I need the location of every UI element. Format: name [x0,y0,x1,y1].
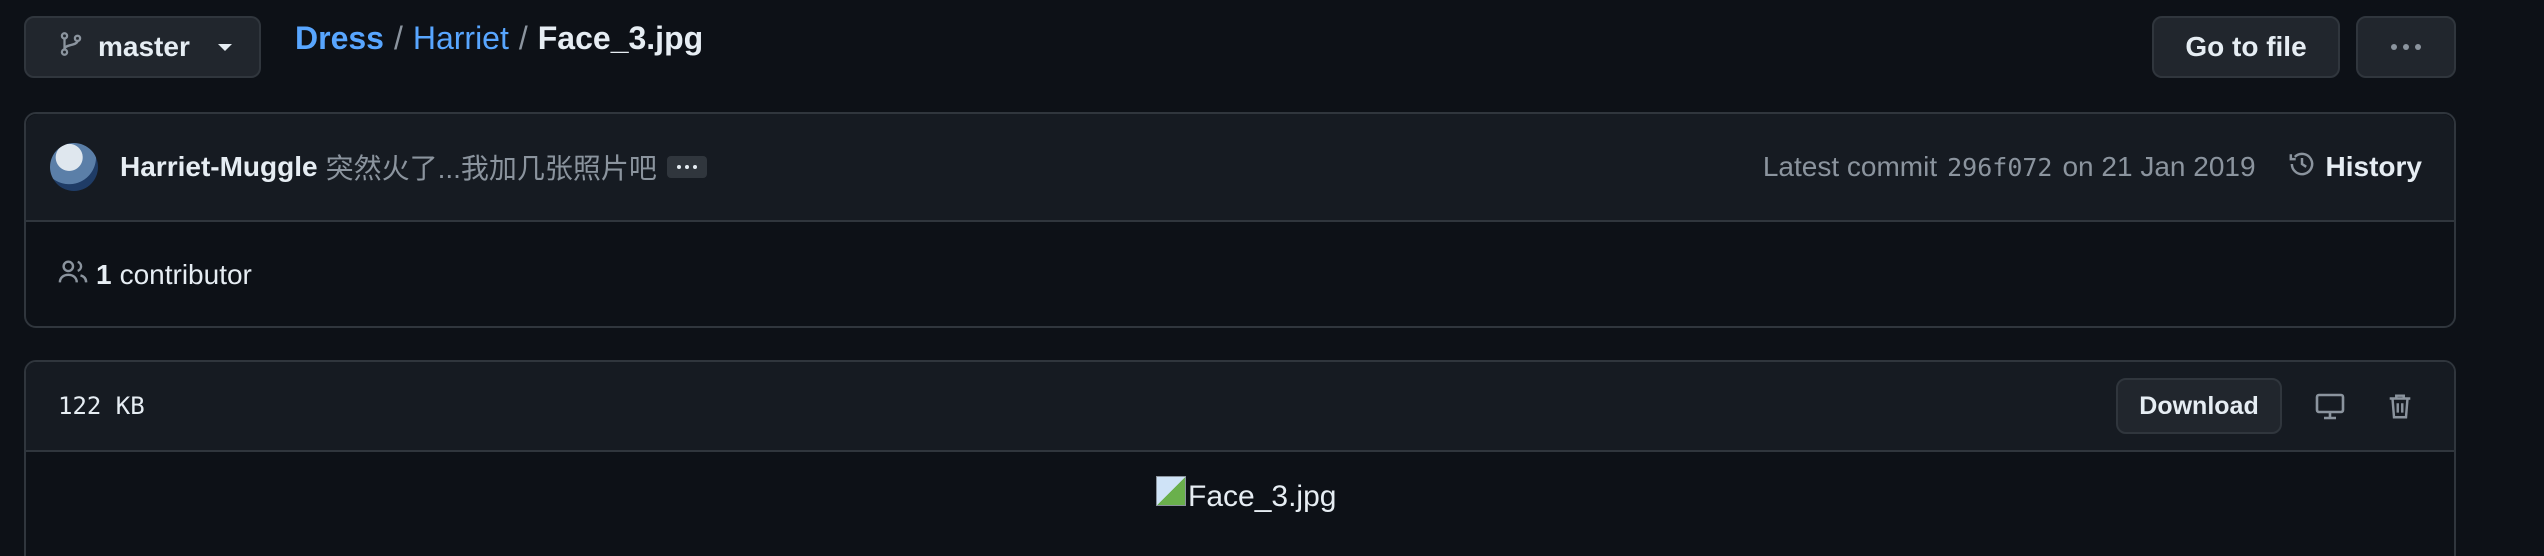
file-body: Face_3.jpg [26,452,2454,556]
people-icon [58,257,88,294]
branch-select-button[interactable]: master [24,16,261,78]
trash-icon[interactable] [2378,384,2422,428]
file-header: 122 KB Download [26,362,2454,452]
file-size: 122 KB [58,392,145,420]
avatar[interactable] [50,143,98,191]
breadcrumb-separator: / [518,20,528,56]
go-to-file-button[interactable]: Go to file [2152,16,2340,78]
history-label: History [2325,151,2422,182]
commit-row: Harriet-Muggle 突然火了...我加几张照片吧 Latest com… [26,114,2454,222]
more-options-button[interactable] [2356,16,2456,78]
download-button[interactable]: Download [2116,378,2282,434]
history-icon [2288,150,2316,185]
contributor-label: contributor [119,259,252,290]
commit-sha-link[interactable]: 296f072 [1947,153,2052,182]
branch-name: master [98,31,190,62]
commit-author[interactable]: Harriet-Muggle [120,151,318,183]
breadcrumb-separator: / [393,20,403,56]
image-alt-text: Face_3.jpg [1188,480,1337,513]
chevron-down-icon [217,43,232,51]
git-branch-icon [58,31,84,64]
breadcrumb-folder-link[interactable]: Harriet [413,20,509,57]
contributors-row[interactable]: 1 contributor [26,222,2454,328]
commit-message[interactable]: 突然火了...我加几张照片吧 [326,147,657,187]
kebab-horizontal-icon [2391,44,2421,50]
expand-commit-message-button[interactable] [666,156,707,178]
breadcrumb-file-name: Face_3.jpg [537,20,704,56]
breadcrumb-repo-link[interactable]: Dress [295,20,384,57]
file-image: Face_3.jpg [1156,476,1337,514]
latest-commit-box: Harriet-Muggle 突然火了...我加几张照片吧 Latest com… [24,112,2456,328]
commit-meta: Latest commit 296f072 on 21 Jan 2019 His… [1763,150,2422,185]
file-viewer: 122 KB Download Face_3.jpg [24,360,2456,556]
broken-image-icon [1156,476,1186,506]
breadcrumb: Dress / Harriet / Face_3.jpg [295,20,703,57]
latest-commit-label: Latest commit [1762,151,1938,182]
desktop-icon[interactable] [2308,384,2352,428]
history-link[interactable]: History [2288,150,2422,185]
commit-date: on 21 Jan 2019 [2062,151,2256,182]
contributor-count: 1 [96,259,112,290]
